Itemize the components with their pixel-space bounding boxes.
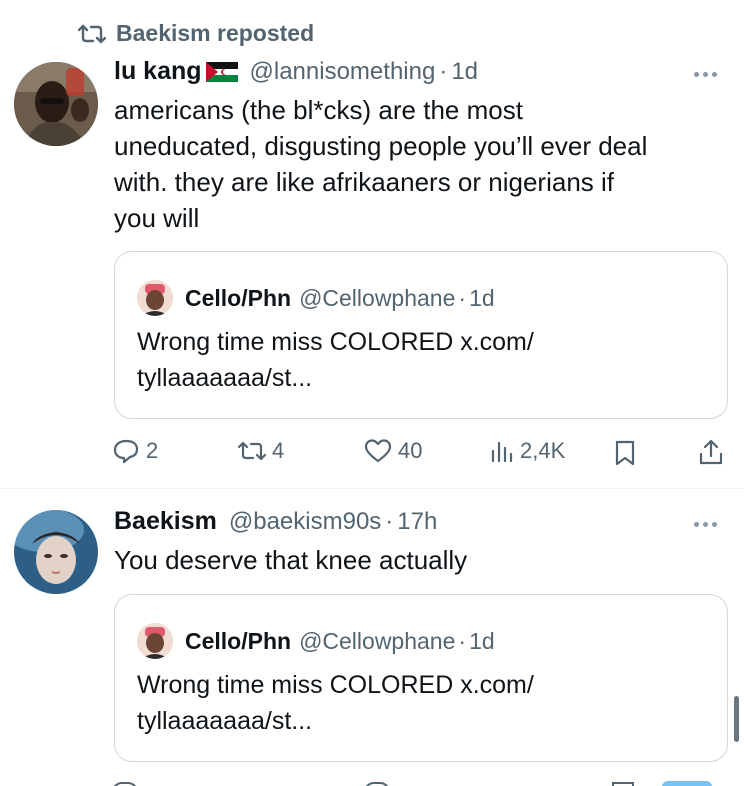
reply-button[interactable]: 2 xyxy=(112,438,158,464)
quote-text-line: Wrong time miss COLORED x.com/ xyxy=(137,328,534,356)
post-divider xyxy=(0,488,744,489)
repost-count: 4 xyxy=(272,438,285,463)
quote-timestamp: 1d xyxy=(469,627,495,654)
share-button[interactable] xyxy=(698,438,724,471)
author-handle[interactable]: @baekism90s xyxy=(229,508,381,536)
author-name[interactable]: Baekism xyxy=(114,507,217,536)
bookmark-button[interactable] xyxy=(614,440,636,471)
quoted-post-card[interactable]: Cello/Phn @Cellowphane · 1d Wrong time m… xyxy=(114,251,728,419)
post-header: lu kang @lannisomething · 1d xyxy=(114,57,478,86)
timestamp[interactable]: 1d xyxy=(451,58,478,86)
more-options-icon[interactable] xyxy=(694,72,717,77)
quote-avatar-image xyxy=(137,623,173,659)
post-text-line: with. they are like afrikaaners or niger… xyxy=(114,167,615,197)
quote-text-line: tyllaaaaaaa/st... xyxy=(137,364,313,392)
more-options-icon[interactable] xyxy=(694,522,717,527)
separator-dot: · xyxy=(439,57,448,85)
repost-button[interactable]: 4 xyxy=(238,438,284,464)
post-text-line: you will xyxy=(114,203,200,233)
share-icon xyxy=(699,439,723,465)
quote-text: Wrong time miss COLORED x.com/ tyllaaaaa… xyxy=(137,667,707,739)
post-text-line: americans (the bl*cks) are the most xyxy=(114,95,523,125)
quote-avatar-image xyxy=(137,280,173,316)
quote-text-line: tyllaaaaaaa/st... xyxy=(137,707,313,735)
quote-timestamp: 1d xyxy=(469,284,495,311)
bookmark-icon xyxy=(615,440,635,466)
quote-author-name[interactable]: Cello/Phn xyxy=(185,628,291,655)
quoted-post-card[interactable]: Cello/Phn @Cellowphane · 1d Wrong time m… xyxy=(114,594,728,762)
quote-author-handle[interactable]: @Cellowphane xyxy=(299,628,455,655)
post-text: americans (the bl*cks) are the most uned… xyxy=(114,92,734,236)
repost-header[interactable]: Baekism reposted xyxy=(78,20,314,47)
quote-separator-dot: · xyxy=(458,284,467,311)
avatar-image xyxy=(14,510,98,594)
quote-avatar xyxy=(137,623,173,659)
repost-label: Baekism reposted xyxy=(116,20,315,46)
avatar[interactable] xyxy=(14,62,98,146)
post-text-line: uneducated, disgusting people you’ll eve… xyxy=(114,131,648,161)
quote-text: Wrong time miss COLORED x.com/ tyllaaaaa… xyxy=(137,324,707,396)
reply-icon xyxy=(113,439,139,464)
quote-avatar xyxy=(137,280,173,316)
quote-author-name[interactable]: Cello/Phn xyxy=(185,285,291,312)
post-text: You deserve that knee actually xyxy=(114,542,734,578)
author-handle[interactable]: @lannisomething xyxy=(250,58,436,86)
repost-icon xyxy=(78,24,106,43)
quote-text-line: Wrong time miss COLORED x.com/ xyxy=(137,671,534,699)
scrollbar-thumb[interactable] xyxy=(734,696,739,742)
post-header: Baekism @baekism90s · 17h xyxy=(114,507,437,536)
author-name[interactable]: lu kang xyxy=(114,57,202,86)
flag-icon xyxy=(205,61,238,82)
like-button[interactable]: 40 xyxy=(364,438,422,464)
views-button[interactable]: 2,4K xyxy=(490,438,565,464)
quote-author-handle[interactable]: @Cellowphane xyxy=(299,285,455,312)
heart-icon xyxy=(364,439,392,463)
avatar-image xyxy=(14,62,98,146)
like-count: 40 xyxy=(398,438,423,463)
repost-icon xyxy=(238,441,266,461)
timestamp[interactable]: 17h xyxy=(397,508,437,536)
quote-separator-dot: · xyxy=(458,627,467,654)
post-text-line: You deserve that knee actually xyxy=(114,545,468,575)
quote-header: Cello/Phn @Cellowphane · 1d xyxy=(137,280,495,316)
quote-header: Cello/Phn @Cellowphane · 1d xyxy=(137,623,495,659)
reply-count: 2 xyxy=(146,438,159,463)
separator-dot: · xyxy=(385,507,394,535)
views-icon xyxy=(491,441,513,463)
avatar[interactable] xyxy=(14,510,98,594)
views-count: 2,4K xyxy=(520,438,566,463)
next-action-bar xyxy=(112,780,732,786)
